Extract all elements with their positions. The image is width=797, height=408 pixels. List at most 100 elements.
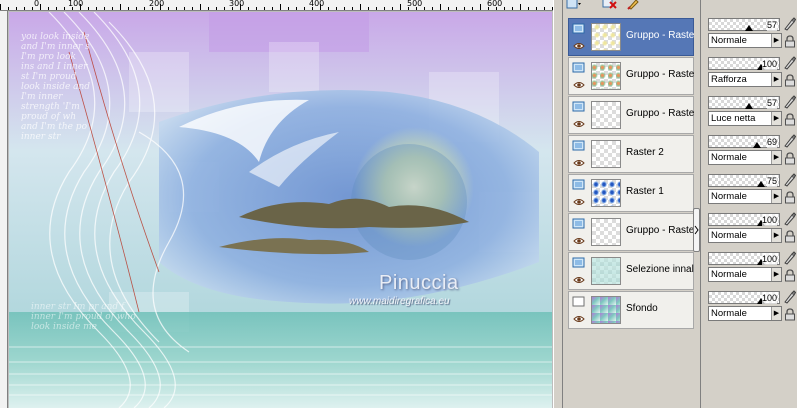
ruler-tick: [232, 7, 233, 10]
dropdown-arrow-icon[interactable]: ▶: [771, 73, 781, 86]
layer-row[interactable]: Gruppo - Raster: [568, 57, 694, 95]
blend-mode-value: Luce netta: [711, 113, 756, 124]
opacity-slider[interactable]: 75: [708, 174, 780, 187]
delete-icon[interactable]: [601, 0, 619, 11]
group-icon[interactable]: [572, 62, 586, 74]
blend-mode-select[interactable]: Normale ▶: [708, 33, 782, 48]
opacity-slider[interactable]: 57: [708, 96, 780, 109]
opacity-value: 69: [766, 136, 777, 148]
blend-mode-select[interactable]: Normale ▶: [708, 267, 782, 282]
dropdown-arrow-icon[interactable]: ▶: [771, 34, 781, 47]
raster-icon[interactable]: [572, 140, 586, 152]
edit-brush-icon[interactable]: [783, 17, 797, 31]
lock-icon[interactable]: [784, 191, 796, 204]
layer-thumbnail: [591, 140, 621, 168]
lock-icon[interactable]: [784, 152, 796, 165]
opacity-slider[interactable]: 100: [708, 252, 780, 265]
layer-row[interactable]: Selezione innalz: [568, 252, 694, 290]
opacity-slider-marker[interactable]: [757, 181, 765, 187]
layer-properties-row: 100 Normale ▶: [705, 289, 797, 327]
blend-mode-select[interactable]: Normale ▶: [708, 306, 782, 321]
edit-brush-icon[interactable]: [783, 173, 797, 187]
layer-row[interactable]: Raster 2: [568, 135, 694, 173]
lock-icon[interactable]: [784, 113, 796, 126]
edit-brush-icon[interactable]: [783, 56, 797, 70]
opacity-slider[interactable]: 69: [708, 135, 780, 148]
group-icon[interactable]: [572, 218, 586, 230]
visibility-eye-icon[interactable]: [573, 119, 585, 127]
visibility-eye-icon[interactable]: [573, 236, 585, 244]
ruler-tick: [120, 4, 121, 10]
ruler-tick: [424, 7, 425, 10]
opacity-slider[interactable]: 57: [708, 18, 780, 31]
visibility-eye-icon[interactable]: [573, 41, 585, 49]
blend-mode-select[interactable]: Normale ▶: [708, 228, 782, 243]
blend-mode-select[interactable]: Normale ▶: [708, 189, 782, 204]
ruler-mark: 600: [487, 0, 503, 8]
ruler-tick: [384, 7, 385, 10]
visibility-eye-icon[interactable]: [573, 158, 585, 166]
dropdown-arrow-icon[interactable]: ▶: [771, 112, 781, 125]
dropdown-arrow-icon[interactable]: ▶: [771, 190, 781, 203]
layer-row[interactable]: Raster 1: [568, 174, 694, 212]
lock-icon[interactable]: [784, 35, 796, 48]
edit-brush-icon[interactable]: [783, 95, 797, 109]
edit-brush-icon[interactable]: [783, 290, 797, 304]
blend-mode-select[interactable]: Normale ▶: [708, 150, 782, 165]
dropdown-arrow-icon[interactable]: ▶: [771, 268, 781, 281]
visibility-eye-icon[interactable]: [573, 197, 585, 205]
edit-brush-icon[interactable]: [625, 0, 643, 11]
dropdown-arrow-icon[interactable]: ▶: [771, 229, 781, 242]
opacity-slider-marker[interactable]: [753, 142, 762, 148]
group-icon[interactable]: [572, 23, 586, 35]
layer-row[interactable]: Sfondo: [568, 291, 694, 329]
panel-splitter[interactable]: [553, 0, 563, 408]
dropdown-arrow-icon[interactable]: ▶: [771, 307, 781, 320]
opacity-slider-marker[interactable]: [744, 25, 753, 31]
lock-icon[interactable]: [784, 308, 796, 321]
ruler-tick: [216, 7, 217, 10]
layer-properties-panel: 57 Normale ▶ 100 Rafforza ▶ 57 Luce netta ▶ 69 Nor…: [700, 0, 797, 408]
lock-icon[interactable]: [784, 269, 796, 282]
background-icon[interactable]: [572, 296, 586, 308]
layer-thumbnail: [591, 23, 621, 51]
visibility-eye-icon[interactable]: [573, 275, 585, 283]
artwork-image[interactable]: you look inside and I'm inner s I'm pro …: [9, 12, 552, 408]
opacity-slider[interactable]: 100: [708, 57, 780, 70]
layer-list-scroll-handle[interactable]: [693, 208, 700, 252]
edit-brush-icon[interactable]: [783, 134, 797, 148]
poem-text-bottom: inner str Im pr and f inner I'm proud of…: [31, 302, 136, 332]
blend-mode-select[interactable]: Luce netta ▶: [708, 111, 782, 126]
opacity-value: 57: [766, 97, 777, 109]
opacity-value: 100: [761, 58, 777, 70]
ruler-tick: [416, 7, 417, 10]
layer-properties-row: 57 Normale ▶: [705, 16, 797, 54]
layer-name: Gruppo - Raster: [626, 108, 694, 119]
dropdown-arrow-icon[interactable]: ▶: [771, 151, 781, 164]
lock-icon[interactable]: [784, 230, 796, 243]
opacity-value: 100: [761, 214, 777, 226]
layer-menu-icon[interactable]: [565, 0, 583, 11]
group-icon[interactable]: [572, 101, 586, 113]
ruler-tick: [408, 7, 409, 10]
layer-row[interactable]: Gruppo - Raster: [568, 18, 694, 56]
layer-properties-row: 100 Normale ▶: [705, 250, 797, 288]
blend-mode-select[interactable]: Rafforza ▶: [708, 72, 782, 87]
visibility-eye-icon[interactable]: [573, 314, 585, 322]
blend-mode-value: Normale: [711, 152, 747, 163]
opacity-slider-marker[interactable]: [744, 103, 753, 109]
canvas-area[interactable]: 0 100 200 300 400 500 600 you look insid…: [0, 0, 553, 408]
visibility-eye-icon[interactable]: [573, 80, 585, 88]
raster-icon[interactable]: [572, 257, 586, 269]
edit-brush-icon[interactable]: [783, 251, 797, 265]
layer-row[interactable]: Gruppo - Raster: [568, 213, 694, 251]
ruler-tick: [128, 7, 129, 10]
ruler-tick: [320, 4, 321, 10]
lock-icon[interactable]: [784, 74, 796, 87]
raster-icon[interactable]: [572, 179, 586, 191]
ruler-tick: [488, 7, 489, 10]
layer-row[interactable]: Gruppo - Raster: [568, 96, 694, 134]
opacity-slider[interactable]: 100: [708, 213, 780, 226]
opacity-slider[interactable]: 100: [708, 291, 780, 304]
edit-brush-icon[interactable]: [783, 212, 797, 226]
